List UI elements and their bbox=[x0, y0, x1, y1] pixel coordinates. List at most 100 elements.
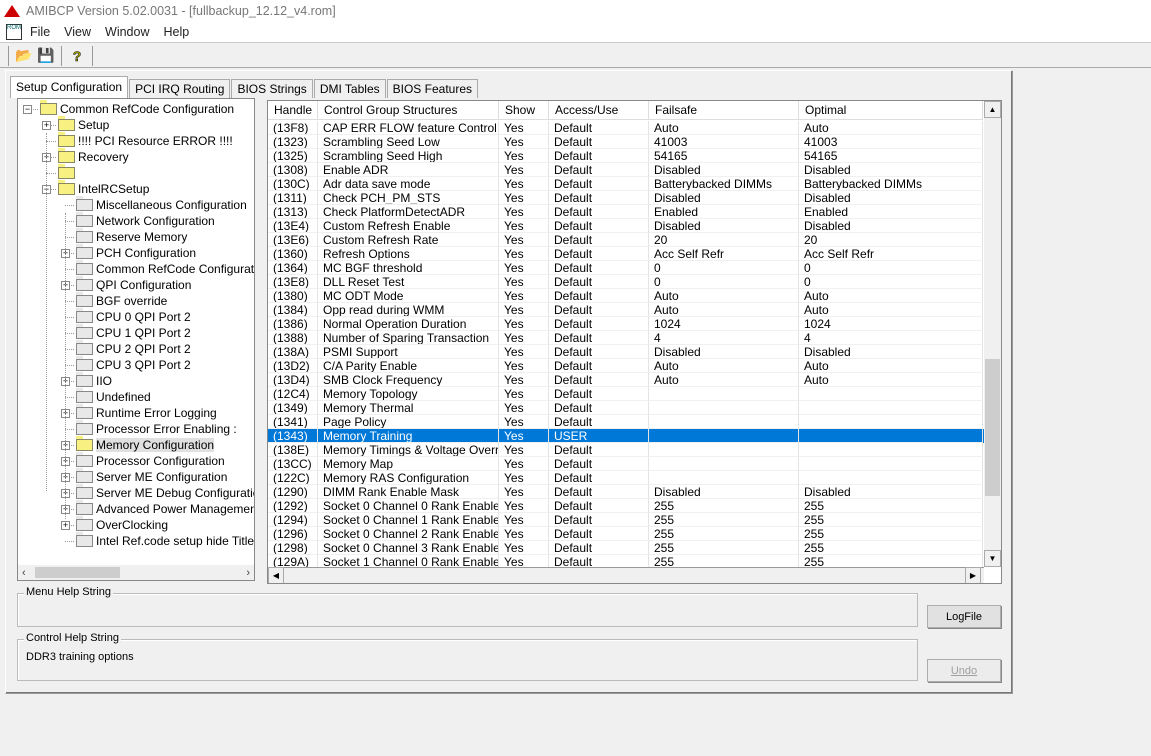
collapse-icon[interactable]: − bbox=[23, 105, 32, 114]
table-row[interactable]: (1364) MC BGF threshold Yes Default 0 0 bbox=[268, 261, 984, 275]
table-row[interactable]: (1323) Scrambling Seed Low Yes Default 41003… bbox=[268, 135, 984, 149]
table-cell: (1294) bbox=[268, 513, 318, 527]
logfile-button[interactable]: LogFile bbox=[927, 605, 1001, 628]
folder-icon bbox=[76, 324, 93, 339]
menu-file[interactable]: File bbox=[30, 25, 50, 39]
column-header[interactable]: Show bbox=[499, 101, 549, 120]
table-row[interactable]: (13F8) CAP ERR FLOW feature Control Yes Def… bbox=[268, 121, 984, 135]
table-row[interactable]: (1386) Normal Operation Duration Yes Defaul… bbox=[268, 317, 984, 331]
undo-button[interactable]: Undo bbox=[927, 659, 1001, 682]
tree-node[interactable]: Network Configuration bbox=[76, 212, 215, 229]
tree-node[interactable]: CPU 1 QPI Port 2 bbox=[76, 324, 191, 341]
setup-tree[interactable]: Common RefCode Configuration − Setup + !!!! … bbox=[17, 98, 255, 581]
column-header[interactable]: Optimal bbox=[799, 101, 983, 120]
scroll-up-icon[interactable]: ▲ bbox=[984, 101, 1001, 118]
table-row[interactable]: (13E6) Custom Refresh Rate Yes Default 20 20 bbox=[268, 233, 984, 247]
tree-node[interactable]: Server ME Debug Configuration bbox=[76, 484, 254, 501]
table-cell bbox=[649, 429, 799, 443]
tab-bios-features[interactable]: BIOS Features bbox=[386, 79, 478, 98]
table-row[interactable]: (1325) Scrambling Seed High Yes Default 5416… bbox=[268, 149, 984, 163]
scroll-left-icon[interactable]: ‹ bbox=[22, 567, 26, 579]
table-row[interactable]: (1388) Number of Sparing Transaction Yes De… bbox=[268, 331, 984, 345]
table-row[interactable]: (1311) Check PCH_PM_STS Yes Default Disabled… bbox=[268, 191, 984, 205]
tree-node[interactable]: IIO bbox=[76, 372, 112, 389]
save-icon[interactable]: 💾 bbox=[35, 46, 57, 66]
table-row[interactable]: (1384) Opp read during WMM Yes Default Auto A… bbox=[268, 303, 984, 317]
tree-node[interactable]: QPI Configuration bbox=[76, 276, 191, 293]
table-row[interactable]: (1290) DIMM Rank Enable Mask Yes Default Dis… bbox=[268, 485, 984, 499]
table-row[interactable]: (1343) Memory Training Yes USER bbox=[268, 429, 984, 443]
tree-node[interactable]: Reserve Memory bbox=[76, 228, 187, 245]
tree-node[interactable]: CPU 0 QPI Port 2 bbox=[76, 308, 191, 325]
menu-help[interactable]: Help bbox=[164, 25, 190, 39]
scroll-left-icon[interactable]: ◀ bbox=[268, 567, 284, 583]
table-row[interactable]: (138E) Memory Timings & Voltage Override Y… bbox=[268, 443, 984, 457]
tab-bios-strings[interactable]: BIOS Strings bbox=[231, 79, 313, 98]
table-row[interactable]: (130C) Adr data save mode Yes Default Batter… bbox=[268, 177, 984, 191]
table-row[interactable]: (1308) Enable ADR Yes Default Disabled Disabl… bbox=[268, 163, 984, 177]
tree-node[interactable]: Memory Configuration bbox=[76, 436, 215, 453]
tree-node[interactable]: OverClocking bbox=[76, 516, 168, 533]
table-row[interactable]: (1298) Socket 0 Channel 3 Rank Enable... Y… bbox=[268, 541, 984, 555]
menu-window[interactable]: Window bbox=[105, 25, 149, 39]
tab-setup-configuration[interactable]: Setup Configuration bbox=[10, 76, 129, 98]
tree-node[interactable] bbox=[58, 164, 78, 181]
table-row[interactable]: (138A) PSMI Support Yes Default Disabled Disa… bbox=[268, 345, 984, 359]
table-row[interactable]: (12C4) Memory Topology Yes Default bbox=[268, 387, 984, 401]
expand-icon[interactable]: + bbox=[42, 121, 51, 130]
column-header[interactable]: Failsafe bbox=[649, 101, 799, 120]
tree-node[interactable]: Processor Error Enabling : bbox=[76, 420, 237, 437]
column-header[interactable]: Handle bbox=[268, 101, 318, 120]
tree-node[interactable]: Advanced Power Management C bbox=[76, 500, 254, 517]
tree-node[interactable]: PCH Configuration bbox=[76, 244, 196, 261]
tree-node[interactable]: BGF override bbox=[76, 292, 167, 309]
table-cell: Default bbox=[549, 541, 649, 555]
tree-node[interactable]: Intel Ref.code setup hide Title bbox=[76, 532, 254, 549]
table-row[interactable]: (1341) Page Policy Yes Default bbox=[268, 415, 984, 429]
tab-dmi-tables[interactable]: DMI Tables bbox=[313, 79, 386, 98]
tree-node[interactable]: CPU 3 QPI Port 2 bbox=[76, 356, 191, 373]
tree-horizontal-scrollbar[interactable]: ‹ › bbox=[18, 565, 254, 580]
tree-node[interactable]: Processor Configuration bbox=[76, 452, 225, 469]
open-folder-icon[interactable]: 📂 bbox=[13, 46, 35, 66]
rom-document-icon[interactable]: ROM bbox=[6, 24, 22, 40]
scroll-right-icon[interactable]: ▶ bbox=[965, 567, 981, 583]
expand-icon[interactable]: + bbox=[61, 521, 70, 530]
scroll-down-icon[interactable]: ▼ bbox=[984, 550, 1001, 567]
tree-node[interactable]: Miscellaneous Configuration bbox=[76, 196, 247, 213]
table-row[interactable]: (1380) MC ODT Mode Yes Default Auto Auto bbox=[268, 289, 984, 303]
table-row[interactable]: (1296) Socket 0 Channel 2 Rank Enable... Y… bbox=[268, 527, 984, 541]
tree-node[interactable]: Setup bbox=[58, 116, 109, 133]
table-row[interactable]: (13E4) Custom Refresh Enable Yes Default Dis… bbox=[268, 219, 984, 233]
table-row[interactable]: (1313) Check PlatformDetectADR Yes Default E… bbox=[268, 205, 984, 219]
help-icon[interactable]: ? bbox=[66, 46, 88, 66]
table-row[interactable]: (1294) Socket 0 Channel 1 Rank Enable... Y… bbox=[268, 513, 984, 527]
scroll-right-icon[interactable]: › bbox=[246, 567, 250, 579]
table-vertical-scrollbar[interactable]: ▲ ▼ bbox=[984, 101, 1001, 567]
menu-view[interactable]: View bbox=[64, 25, 91, 39]
table-row[interactable]: (13D2) C/A Parity Enable Yes Default Auto Aut… bbox=[268, 359, 984, 373]
tree-node[interactable]: Undefined bbox=[76, 388, 151, 405]
tree-node[interactable]: Runtime Error Logging bbox=[76, 404, 217, 421]
table-row[interactable]: (13E8) DLL Reset Test Yes Default 0 0 bbox=[268, 275, 984, 289]
tree-node[interactable]: Recovery bbox=[58, 148, 129, 165]
tree-node[interactable]: !!!! PCI Resource ERROR !!!! bbox=[58, 132, 233, 149]
table-row[interactable]: (1292) Socket 0 Channel 0 Rank Enable... Y… bbox=[268, 499, 984, 513]
table-row[interactable]: (1349) Memory Thermal Yes Default bbox=[268, 401, 984, 415]
tree-node[interactable]: CPU 2 QPI Port 2 bbox=[76, 340, 191, 357]
table-row[interactable]: (1360) Refresh Options Yes Default Acc Self … bbox=[268, 247, 984, 261]
table-row[interactable]: (13CC) Memory Map Yes Default bbox=[268, 457, 984, 471]
column-header[interactable]: Control Group Structures bbox=[318, 101, 499, 120]
table-row[interactable]: (122C) Memory RAS Configuration Yes Default bbox=[268, 471, 984, 485]
tree-node[interactable]: Common RefCode Configuration bbox=[76, 260, 254, 277]
table-row[interactable]: (13D4) SMB Clock Frequency Yes Default Auto A… bbox=[268, 373, 984, 387]
scrollbar-thumb[interactable] bbox=[985, 359, 1000, 496]
column-header[interactable]: Access/Use bbox=[549, 101, 649, 120]
table-horizontal-scrollbar[interactable]: ◀ ▶ bbox=[268, 567, 984, 583]
tree-node[interactable]: IntelRCSetup bbox=[58, 180, 149, 197]
scrollbar-thumb[interactable] bbox=[35, 567, 120, 578]
table-cell: Enabled bbox=[799, 205, 983, 219]
tree-node[interactable]: Common RefCode Configuration bbox=[40, 100, 234, 117]
tab-pci-irq-routing[interactable]: PCI IRQ Routing bbox=[129, 79, 231, 98]
tree-node[interactable]: Server ME Configuration bbox=[76, 468, 227, 485]
